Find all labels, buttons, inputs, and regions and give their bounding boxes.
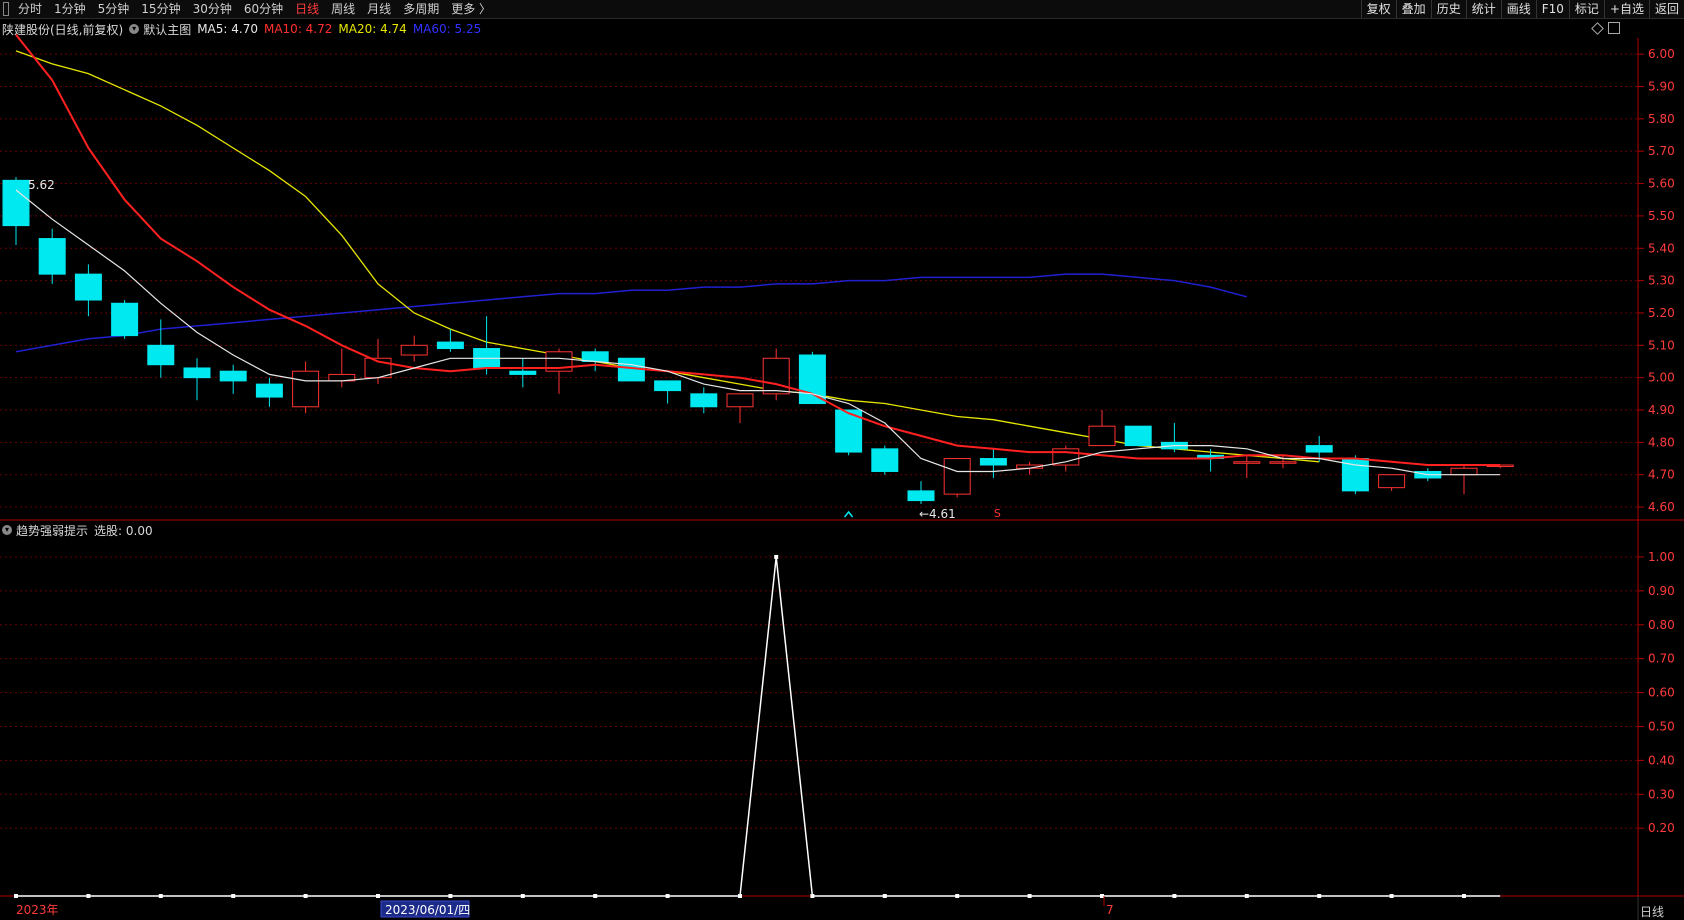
candle-down [147, 344, 175, 366]
y-tick-label: 5.90 [1648, 80, 1675, 94]
indicator-point [14, 894, 18, 898]
y-tick-label: 0.50 [1648, 719, 1675, 733]
indicator-point [1027, 894, 1032, 898]
y-tick-label: 0.60 [1648, 686, 1675, 700]
indicator-point [738, 894, 742, 898]
candle-down [690, 393, 718, 408]
period-label[interactable]: 日线 [1640, 903, 1664, 920]
y-tick-label: 5.60 [1648, 177, 1675, 191]
x-axis-year-label: 2023年 [16, 903, 59, 917]
y-tick-label: 5.50 [1648, 209, 1675, 223]
indicator-point [1389, 894, 1394, 898]
candle-up [292, 370, 320, 408]
y-tick-label: 4.60 [1648, 500, 1675, 514]
ma5-line [15, 189, 1501, 476]
candle-up [1233, 461, 1261, 464]
sell-signal-icon: S [994, 507, 1001, 520]
indicator-point [955, 894, 960, 898]
candle-down [509, 370, 537, 375]
candle-down [581, 351, 609, 362]
y-tick-label: 5.80 [1648, 112, 1675, 126]
y-tick-label: 0.70 [1648, 652, 1675, 666]
indicator-point [1462, 894, 1466, 898]
y-tick-label: 5.10 [1648, 338, 1675, 352]
candle-down [979, 458, 1007, 466]
candle-up [943, 458, 971, 495]
candle-down [436, 341, 464, 350]
candle-down [38, 238, 66, 275]
buy-signal-icon [844, 510, 854, 518]
candle-up [1450, 467, 1478, 476]
candle-down [74, 273, 102, 301]
candle-up [762, 357, 790, 395]
indicator-point [593, 894, 598, 898]
candle-down [2, 179, 30, 227]
candle-down [111, 302, 139, 337]
indicator-point [376, 894, 380, 898]
ma10-line [15, 34, 1501, 466]
y-tick-label: 5.40 [1648, 241, 1675, 255]
y-tick-label: 0.90 [1648, 584, 1675, 598]
indicator-point [303, 894, 308, 898]
indicator-point [520, 894, 525, 898]
indicator-point [810, 894, 815, 898]
y-tick-label: 0.20 [1648, 821, 1675, 835]
indicator-point [774, 554, 779, 559]
candle-down [183, 367, 211, 379]
y-tick-label: 4.80 [1648, 435, 1675, 449]
y-tick-label: 1.00 [1648, 550, 1675, 564]
crosshair-date-label: 2023/06/01/四 [385, 903, 470, 917]
x-axis-month-label: 7 [1106, 903, 1114, 917]
y-tick-label: 6.00 [1648, 47, 1675, 61]
y-tick-label: 5.70 [1648, 144, 1675, 158]
price-annotation: ←4.61 [919, 507, 956, 521]
candle-down [907, 490, 935, 502]
y-tick-label: 0.80 [1648, 618, 1675, 632]
indicator-point [1317, 894, 1322, 898]
candle-down [219, 370, 247, 382]
candle-down [1124, 425, 1152, 447]
price-annotation: 5.62 [28, 178, 55, 192]
indicator-line [16, 556, 1501, 897]
indicator-point [665, 894, 670, 898]
chart-canvas[interactable]: 6.00 5.90 5.80 5.70 5.60 5.50 5.40 5.30 5.20 5.10… [0, 0, 1684, 920]
y-tick-label: 5.00 [1648, 371, 1675, 385]
candle-down [871, 448, 899, 472]
candle-up [1378, 474, 1406, 489]
indicator-point [86, 894, 91, 898]
candle-down [654, 380, 682, 392]
y-tick-label: 4.70 [1648, 468, 1675, 482]
indicator-point [231, 894, 236, 898]
y-tick-label: 5.20 [1648, 306, 1675, 320]
y-tick-label: 5.30 [1648, 274, 1675, 288]
candle-up [1088, 425, 1116, 447]
candle-up [400, 344, 428, 356]
indicator-point [882, 894, 887, 898]
indicator-point [1100, 894, 1104, 898]
y-tick-label: 4.90 [1648, 403, 1675, 417]
candle-down [1305, 445, 1333, 453]
indicator-point [1172, 894, 1177, 898]
indicator-point [1244, 894, 1249, 898]
y-tick-label: 0.40 [1648, 753, 1675, 767]
candle-up [1269, 461, 1297, 464]
indicator-point [158, 894, 163, 898]
candle-up [726, 393, 754, 408]
y-tick-label: 0.30 [1648, 787, 1675, 801]
candle-down [255, 383, 283, 398]
indicator-point [448, 894, 453, 898]
